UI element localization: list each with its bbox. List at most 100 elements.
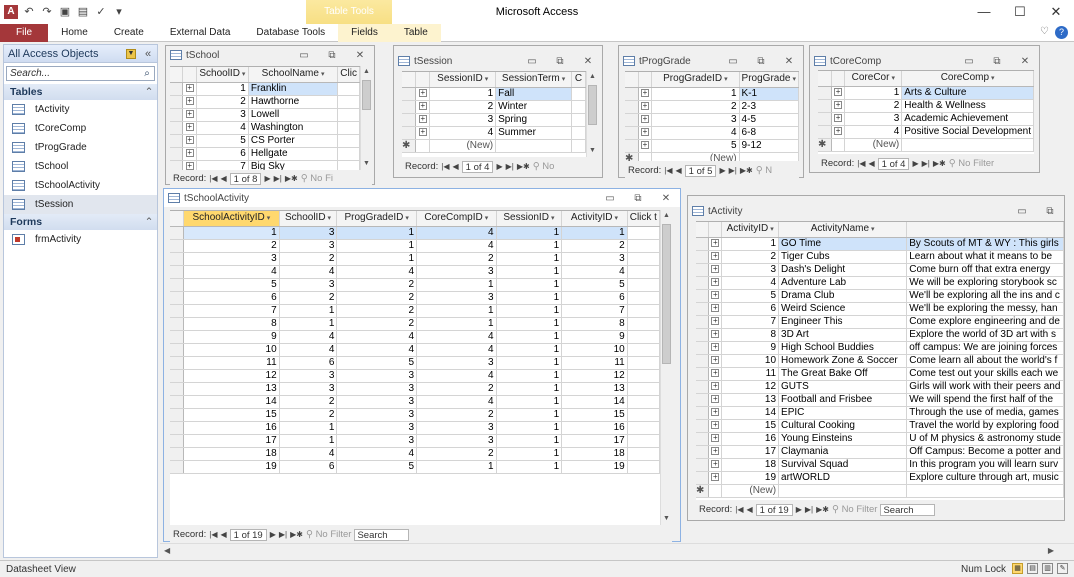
sort-dropdown-icon[interactable]: ▾ — [242, 71, 246, 78]
table-cell[interactable]: 1 — [416, 460, 497, 474]
table-cell[interactable]: 4 — [183, 265, 280, 279]
table-cell[interactable]: 2 — [279, 395, 338, 409]
record-selector[interactable] — [170, 434, 185, 448]
table-row[interactable]: +7 Engineer This Come explore engineering … — [696, 315, 1064, 329]
column-header[interactable]: Click t — [627, 211, 660, 227]
table-cell[interactable]: 5 — [721, 289, 780, 303]
table-row[interactable]: +1 K-1 — [625, 87, 799, 101]
table-cell[interactable]: 2 — [721, 250, 780, 264]
close-button[interactable]: ✕ — [1038, 0, 1074, 24]
datasheet-view-icon[interactable]: ▦ — [1012, 563, 1023, 574]
record-selector[interactable] — [696, 315, 710, 329]
minimize-button[interactable]: ▭ — [955, 56, 983, 67]
table-cell[interactable]: 1 — [561, 226, 628, 240]
record-selector[interactable] — [696, 289, 710, 303]
table-cell[interactable] — [627, 343, 660, 357]
record-selector[interactable] — [170, 421, 185, 435]
table-row[interactable]: +3 4-5 — [625, 113, 799, 127]
column-header[interactable]: ProgGrade ▾ — [739, 72, 799, 88]
table-cell[interactable]: 4 — [416, 395, 497, 409]
table-cell[interactable]: 16 — [561, 421, 628, 435]
expand-row-button[interactable]: + — [415, 100, 431, 114]
record-selector[interactable] — [696, 393, 710, 407]
table-row[interactable]: +10 Homework Zone & Soccer Come learn all … — [696, 354, 1064, 368]
table-cell[interactable]: 1 — [496, 317, 563, 331]
nav-section-forms[interactable]: Forms ⌃ — [4, 214, 157, 230]
table-cell[interactable]: 1 — [496, 460, 563, 474]
expand-row-button[interactable]: + — [182, 134, 197, 148]
nav-item-tschoolactivity[interactable]: tSchoolActivity — [4, 176, 157, 195]
chevron-down-icon[interactable]: ▼ — [126, 48, 136, 59]
nav-section-tables[interactable]: Tables ⌃ — [4, 84, 157, 100]
table-row[interactable]: +2 Health & Wellness — [818, 99, 1034, 113]
table-row[interactable]: 12 3 3 4 1 12 — [170, 369, 660, 383]
record-selector[interactable] — [696, 237, 710, 251]
close-button[interactable]: ✕ — [775, 56, 803, 67]
nav-item-tactivity[interactable]: tActivity — [4, 100, 157, 119]
table-cell[interactable]: 1 — [496, 330, 563, 344]
expand-row-button[interactable]: + — [708, 289, 723, 303]
column-header[interactable]: CoreCor ▾ — [844, 71, 903, 87]
previous-record-icon[interactable]: ◀ — [221, 530, 227, 539]
table-row[interactable]: 13 3 3 2 1 13 — [170, 382, 660, 396]
current-record-input[interactable]: 1 of 19 — [755, 503, 793, 516]
tab-home[interactable]: Home — [48, 24, 101, 42]
expand-row-button[interactable]: + — [638, 113, 653, 127]
table-cell[interactable]: 9 — [183, 330, 280, 344]
table-cell[interactable]: 1 — [416, 317, 497, 331]
table-cell[interactable]: 16 — [183, 421, 280, 435]
record-selector[interactable] — [696, 406, 710, 420]
table-cell[interactable]: 3 — [279, 226, 338, 240]
record-selector[interactable] — [696, 471, 710, 485]
first-record-icon[interactable]: |◀ — [735, 505, 743, 514]
table-row[interactable]: +14 EPIC Through the use of media, games — [696, 406, 1064, 420]
record-selector[interactable] — [818, 99, 832, 113]
table-cell[interactable]: Dash's Delight — [778, 263, 908, 277]
first-record-icon[interactable]: |◀ — [857, 159, 865, 168]
table-cell[interactable]: 7 — [721, 315, 780, 329]
nav-item-tcorecomp[interactable]: tCoreComp — [4, 119, 157, 138]
table-cell[interactable]: 3 — [416, 291, 497, 305]
record-selector[interactable] — [696, 458, 710, 472]
table-cell[interactable]: 6 — [279, 356, 338, 370]
table-cell[interactable]: 2 — [416, 252, 497, 266]
expand-row-button[interactable]: + — [708, 458, 723, 472]
table-cell[interactable]: U of M physics & astronomy stude — [906, 432, 1064, 446]
table-cell[interactable]: 1 — [496, 265, 563, 279]
table-cell[interactable]: 2 — [416, 382, 497, 396]
record-selector[interactable] — [170, 82, 184, 96]
table-cell[interactable]: 10 — [721, 354, 780, 368]
table-row[interactable]: +3 Dash's Delight Come burn off that extra… — [696, 263, 1064, 277]
record-selector[interactable] — [696, 419, 710, 433]
table-cell[interactable]: 1 — [496, 252, 563, 266]
column-header[interactable]: SessionID ▾ — [429, 72, 497, 88]
sort-dropdown-icon[interactable]: ▾ — [891, 75, 895, 82]
table-row[interactable]: 622316 — [170, 291, 660, 305]
table-cell[interactable]: Lowell — [248, 108, 339, 122]
column-header[interactable]: ProgGradeID ▾ — [651, 72, 740, 88]
table-cell[interactable]: Winter — [495, 100, 572, 114]
table-cell[interactable]: 1 — [496, 239, 563, 253]
table-cell[interactable]: 3 — [844, 112, 903, 126]
record-selector[interactable] — [696, 250, 710, 264]
table-cell[interactable]: 5 — [196, 134, 249, 148]
table-row[interactable]: +4 Summer — [402, 126, 586, 140]
table-cell[interactable]: 3 — [336, 434, 417, 448]
table-cell[interactable]: 4 — [336, 343, 417, 357]
last-record-icon[interactable]: ▶| — [279, 530, 287, 539]
table-cell[interactable]: 2 — [279, 408, 338, 422]
table-cell[interactable]: Learn about what it means to be — [906, 250, 1064, 264]
new-record-icon[interactable]: ▶✱ — [285, 174, 298, 183]
record-selector[interactable] — [402, 113, 417, 127]
table-cell[interactable] — [627, 265, 660, 279]
new-record-icon[interactable]: ▶✱ — [816, 505, 829, 514]
table-cell[interactable]: Big Sky — [248, 160, 339, 170]
close-button[interactable]: ✕ — [574, 56, 602, 67]
table-cell[interactable]: 1 — [496, 356, 563, 370]
table-cell[interactable]: 4 — [279, 330, 338, 344]
record-selector[interactable] — [170, 330, 185, 344]
expand-row-button[interactable]: + — [708, 380, 723, 394]
scroll-up-icon[interactable]: ▲ — [361, 66, 372, 78]
minimize-button[interactable]: ▭ — [290, 50, 318, 61]
table-cell[interactable]: 9 — [561, 330, 628, 344]
